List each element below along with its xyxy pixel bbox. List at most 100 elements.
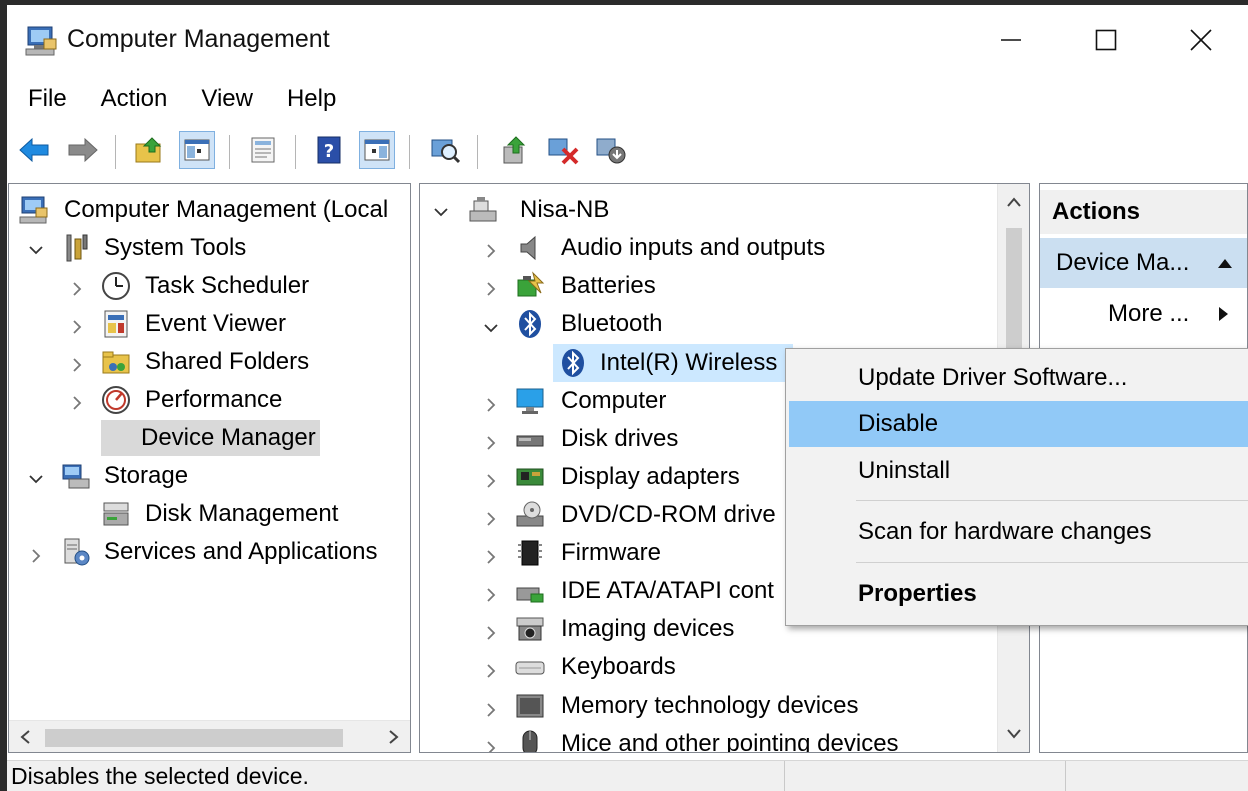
device-tree-root[interactable]: Nisa-NB xyxy=(516,192,613,228)
maximize-button[interactable] xyxy=(1057,5,1155,75)
device-category-batteries[interactable]: Batteries xyxy=(557,268,660,304)
chevron-right-icon[interactable] xyxy=(483,587,499,603)
toolbar: ? xyxy=(7,125,1248,177)
actions-more-button[interactable]: More ... xyxy=(1040,292,1247,336)
chevron-down-icon[interactable] xyxy=(28,471,44,487)
update-driver-icon xyxy=(503,136,526,164)
tree-item-event-viewer[interactable]: Event Viewer xyxy=(141,306,290,342)
computer-management-icon xyxy=(25,26,57,56)
device-category-firmware[interactable]: Firmware xyxy=(557,535,665,571)
status-text: Disables the selected device. xyxy=(11,763,309,789)
chevron-right-icon[interactable] xyxy=(483,281,499,297)
svg-text:?: ? xyxy=(324,141,334,162)
tree-item-system-tools[interactable]: System Tools xyxy=(100,230,250,266)
chevron-right-icon[interactable] xyxy=(483,625,499,641)
chevron-right-icon[interactable] xyxy=(483,243,499,259)
device-category-disk-drives[interactable]: Disk drives xyxy=(557,421,682,457)
chevron-right-icon[interactable] xyxy=(483,397,499,413)
device-category-keyboards[interactable]: Keyboards xyxy=(557,649,680,685)
menu-view[interactable]: View xyxy=(184,77,270,121)
actions-section-device-manager[interactable]: Device Ma... xyxy=(1040,238,1247,288)
tree-item-performance[interactable]: Performance xyxy=(141,382,286,418)
menu-item-properties[interactable]: Properties xyxy=(789,571,1248,617)
menu-help[interactable]: Help xyxy=(270,77,353,121)
menu-item-scan-hardware[interactable]: Scan for hardware changes xyxy=(789,509,1248,555)
tree-item-computer-management[interactable]: Computer Management (Local xyxy=(60,192,392,228)
menu-item-uninstall[interactable]: Uninstall xyxy=(789,448,1248,494)
minimize-button[interactable] xyxy=(962,5,1060,75)
mouse-icon xyxy=(522,730,538,752)
chevron-right-icon[interactable] xyxy=(483,435,499,451)
scroll-right-icon[interactable] xyxy=(386,730,400,744)
monitor-icon xyxy=(516,388,544,414)
title-bar[interactable]: Computer Management xyxy=(7,5,1248,75)
device-intel-wireless[interactable]: Intel(R) Wireless xyxy=(596,345,781,381)
device-category-mice[interactable]: Mice and other pointing devices xyxy=(557,726,903,752)
chevron-right-icon[interactable] xyxy=(483,663,499,679)
scrollbar-thumb[interactable] xyxy=(1006,228,1022,368)
status-divider xyxy=(1065,761,1066,791)
keyboard-icon xyxy=(515,661,545,675)
status-bar: Disables the selected device. xyxy=(7,760,1248,791)
menu-item-update-driver[interactable]: Update Driver Software... xyxy=(789,355,1248,401)
bluetooth-icon xyxy=(562,349,584,377)
chevron-right-icon[interactable] xyxy=(28,548,44,564)
properties-icon xyxy=(251,137,275,163)
menu-action[interactable]: Action xyxy=(84,77,185,121)
chevron-right-icon[interactable] xyxy=(69,357,85,373)
scroll-left-icon[interactable] xyxy=(19,730,33,744)
memory-icon xyxy=(516,694,544,718)
device-category-computer[interactable]: Computer xyxy=(557,383,670,419)
tree-item-device-manager[interactable]: Device Manager xyxy=(101,420,320,456)
device-category-ide-ata-atapi[interactable]: IDE ATA/ATAPI cont xyxy=(557,573,778,609)
chevron-right-icon[interactable] xyxy=(483,549,499,565)
device-category-audio[interactable]: Audio inputs and outputs xyxy=(557,230,829,266)
back-button[interactable] xyxy=(16,131,52,169)
collapse-up-icon[interactable] xyxy=(1217,257,1233,269)
menu-separator xyxy=(856,500,1248,501)
tree-item-storage[interactable]: Storage xyxy=(100,458,192,494)
device-category-imaging[interactable]: Imaging devices xyxy=(557,611,738,647)
help-icon: ? xyxy=(317,136,341,164)
device-category-bluetooth[interactable]: Bluetooth xyxy=(557,306,666,342)
show-hide-action-pane-button[interactable] xyxy=(359,131,395,169)
device-category-dvd-cd-rom[interactable]: DVD/CD-ROM drive xyxy=(557,497,780,533)
show-hide-console-tree-button[interactable] xyxy=(179,131,215,169)
disable-device-button[interactable] xyxy=(593,131,629,169)
tree-item-shared-folders[interactable]: Shared Folders xyxy=(141,344,313,380)
up-one-level-button[interactable] xyxy=(131,131,167,169)
chevron-down-icon[interactable] xyxy=(433,204,449,220)
chevron-right-icon[interactable] xyxy=(483,511,499,527)
menu-file[interactable]: File xyxy=(7,77,84,121)
forward-button[interactable] xyxy=(65,131,101,169)
chevron-right-icon[interactable] xyxy=(69,319,85,335)
scrollbar-thumb[interactable] xyxy=(45,729,343,747)
update-driver-button[interactable] xyxy=(497,131,533,169)
battery-icon xyxy=(517,271,545,297)
scan-hardware-button[interactable] xyxy=(427,131,463,169)
device-category-display-adapters[interactable]: Display adapters xyxy=(557,459,744,495)
shared-folder-icon xyxy=(102,351,130,374)
device-category-memory-technology[interactable]: Memory technology devices xyxy=(557,688,862,724)
chevron-right-icon[interactable] xyxy=(69,395,85,411)
console-tree-horizontal-scrollbar[interactable] xyxy=(9,720,410,752)
menu-item-disable[interactable]: Disable xyxy=(789,401,1248,447)
arrow-right-icon xyxy=(68,137,98,163)
uninstall-device-button[interactable] xyxy=(545,131,581,169)
chevron-right-icon[interactable] xyxy=(69,281,85,297)
help-toolbar-button[interactable]: ? xyxy=(311,131,347,169)
close-button[interactable] xyxy=(1152,5,1248,75)
properties-toolbar-button[interactable] xyxy=(245,131,281,169)
scroll-up-icon[interactable] xyxy=(1007,196,1021,210)
toolbar-separator xyxy=(229,135,230,169)
chevron-down-icon[interactable] xyxy=(483,320,499,336)
chevron-right-icon[interactable] xyxy=(483,702,499,718)
tree-item-disk-management[interactable]: Disk Management xyxy=(141,496,342,532)
tree-item-task-scheduler[interactable]: Task Scheduler xyxy=(141,268,313,304)
chevron-right-icon[interactable] xyxy=(483,473,499,489)
scroll-down-icon[interactable] xyxy=(1007,726,1021,740)
ide-icon xyxy=(516,587,544,603)
chevron-right-icon[interactable] xyxy=(483,740,499,753)
tree-item-services-and-applications[interactable]: Services and Applications xyxy=(100,534,382,570)
chevron-down-icon[interactable] xyxy=(28,242,44,258)
